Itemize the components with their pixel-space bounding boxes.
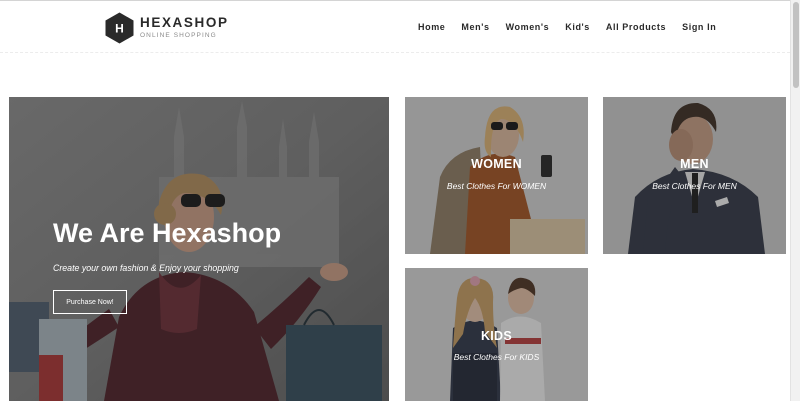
nav-home[interactable]: Home xyxy=(418,21,445,33)
category-tile-women[interactable]: WOMEN Best Clothes For WOMEN xyxy=(405,97,588,254)
page-scrollbar[interactable] xyxy=(790,0,800,401)
women-category-title: WOMEN xyxy=(471,157,522,171)
kids-category-title: KIDS xyxy=(480,329,513,343)
men-category-title: MEN xyxy=(680,157,709,171)
hero-title: We Are Hexashop xyxy=(53,218,282,248)
men-category-subtitle: Best Clothes For MEN xyxy=(652,181,737,191)
women-category-subtitle: Best Clothes For WOMEN xyxy=(446,181,547,191)
hero-photo xyxy=(9,97,389,401)
scrollbar-thumb[interactable] xyxy=(793,2,799,88)
brand-tagline: ONLINE SHOPPING xyxy=(140,32,217,39)
logo-mark-letter: H xyxy=(115,22,124,36)
nav-all-products[interactable]: All Products xyxy=(606,21,666,33)
nav-kids[interactable]: Kid's xyxy=(565,21,590,33)
nav-mens[interactable]: Men's xyxy=(461,21,489,33)
site-header: H HEXASHOP ONLINE SHOPPING Home Men's Wo… xyxy=(0,1,790,53)
nav-sign-in[interactable]: Sign In xyxy=(682,21,716,33)
men-category-photo xyxy=(603,97,786,254)
women-category-photo xyxy=(405,97,588,254)
category-tile-kids[interactable]: KIDS Best Clothes For KIDS xyxy=(405,268,588,401)
hero-banner: We Are Hexashop Create your own fashion … xyxy=(9,97,389,401)
nav-womens[interactable]: Women's xyxy=(506,21,550,33)
hero-subtitle: Create your own fashion & Enjoy your sho… xyxy=(53,263,239,273)
category-tile-men[interactable]: MEN Best Clothes For MEN xyxy=(603,97,786,254)
hexagon-logo-icon: H xyxy=(105,12,134,44)
main-nav: Home Men's Women's Kid's All Products Si… xyxy=(418,21,732,33)
site-logo[interactable]: H HEXASHOP ONLINE SHOPPING xyxy=(105,12,229,44)
kids-category-subtitle: Best Clothes For KIDS xyxy=(453,352,540,362)
brand-name: HEXASHOP xyxy=(140,15,229,30)
purchase-now-button[interactable]: Purchase Now! xyxy=(53,290,127,314)
